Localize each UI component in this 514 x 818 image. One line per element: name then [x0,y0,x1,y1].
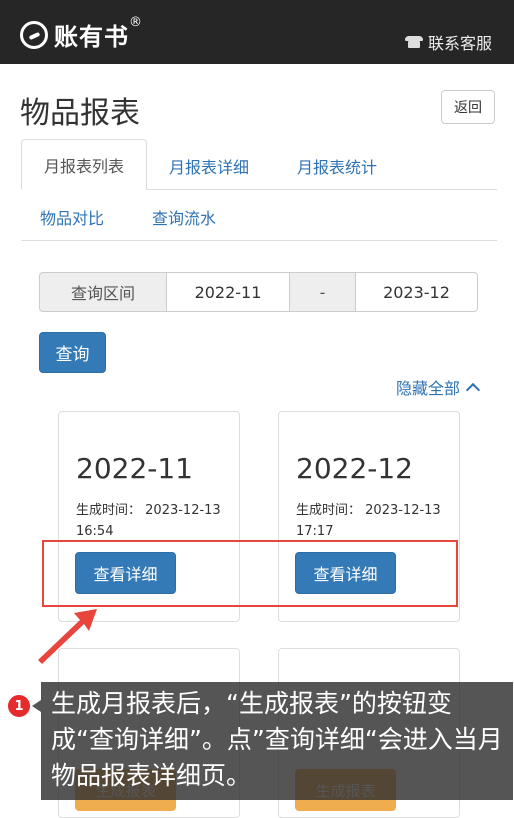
card-month: 2022-11 [76,452,193,485]
query-range-group: 查询区间 2022-11 - 2023-12 [39,272,478,312]
query-button[interactable]: 查询 [39,332,106,373]
brand-name: 账有书® [54,15,143,51]
contact-service-label: 联系客服 [427,34,492,53]
card-generated-time: 生成时间： 2023-12-13 16:54 [76,503,221,539]
highlight-box [42,540,458,607]
end-month-input[interactable]: 2023-12 [356,272,478,312]
contact-service-link[interactable]: 联系客服 [404,30,492,54]
tab-monthly-report-stats[interactable]: 月报表统计 [297,154,377,178]
annotation-text: 生成月报表后，“生成报表”的按钮变成“查询详细”。点”查询详细“会进入当月物品报… [51,689,503,790]
hide-all-label: 隐藏全部 [395,379,460,398]
tab-monthly-report-detail[interactable]: 月报表详细 [169,154,249,178]
hide-all-toggle[interactable]: 隐藏全部 [395,375,481,399]
tab-monthly-report-list[interactable]: 月报表列表 [21,139,147,190]
card-month: 2022-12 [296,452,413,485]
start-month-input[interactable]: 2022-11 [167,272,290,312]
tab-item-compare[interactable]: 物品对比 [40,205,104,229]
tab-query-flow[interactable]: 查询流水 [152,205,216,229]
tab-divider [147,189,497,190]
query-range-label: 查询区间 [39,272,167,312]
page-title: 物品报表 [20,96,140,131]
phone-icon [404,36,423,48]
chevron-up-icon [465,382,481,397]
annotation-pointer [32,700,41,712]
logo-icon [20,20,48,49]
annotation-panel: 生成月报表后，“生成报表”的按钮变成“查询详细”。点”查询详细“会进入当月物品报… [41,682,513,800]
brand-logo[interactable]: 账有书® [20,15,143,52]
card-generated-time: 生成时间： 2023-12-13 17:17 [296,503,441,539]
step-badge: 1 [6,693,32,719]
top-bar: 账有书® 联系客服 [0,0,514,64]
tab-bottom-divider [21,240,497,241]
range-separator: - [290,272,356,312]
back-button[interactable]: 返回 [441,90,495,124]
